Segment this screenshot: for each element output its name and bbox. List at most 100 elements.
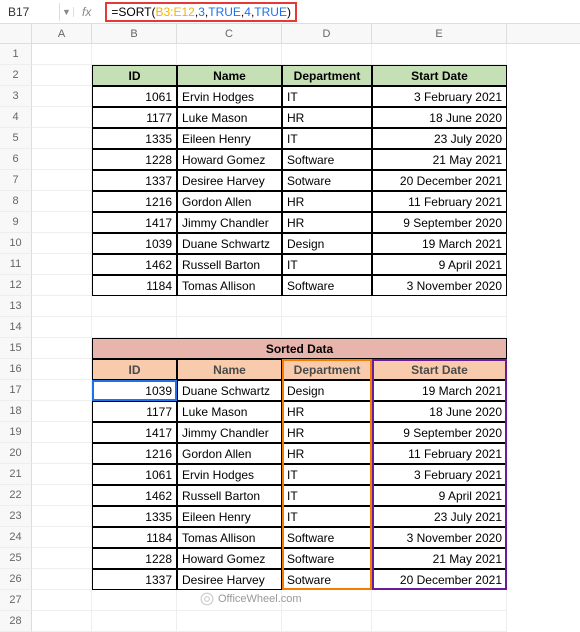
- cell[interactable]: [32, 86, 92, 107]
- row-header[interactable]: 9: [0, 212, 32, 233]
- t2-date[interactable]: 11 February 2021: [372, 443, 507, 464]
- t1-date[interactable]: 18 June 2020: [372, 107, 507, 128]
- t2-name[interactable]: Eileen Henry: [177, 506, 282, 527]
- t1-header-id[interactable]: ID: [92, 65, 177, 86]
- cell[interactable]: [372, 590, 507, 611]
- row-header[interactable]: 28: [0, 611, 32, 632]
- cell[interactable]: [32, 149, 92, 170]
- row-header[interactable]: 11: [0, 254, 32, 275]
- cell[interactable]: [92, 611, 177, 632]
- cell[interactable]: [92, 296, 177, 317]
- t1-name[interactable]: Eileen Henry: [177, 128, 282, 149]
- row-header[interactable]: 10: [0, 233, 32, 254]
- row-header[interactable]: 3: [0, 86, 32, 107]
- t1-dept[interactable]: HR: [282, 107, 372, 128]
- t2-header-id[interactable]: ID: [92, 359, 177, 380]
- t1-dept[interactable]: Software: [282, 275, 372, 296]
- t2-id[interactable]: 1216: [92, 443, 177, 464]
- cell[interactable]: [282, 44, 372, 65]
- cell[interactable]: [282, 317, 372, 338]
- t1-dept[interactable]: Sotware: [282, 170, 372, 191]
- cell[interactable]: [32, 170, 92, 191]
- cell[interactable]: [32, 443, 92, 464]
- cell[interactable]: [32, 338, 92, 359]
- t2-header-date[interactable]: Start Date: [372, 359, 507, 380]
- cell[interactable]: [32, 401, 92, 422]
- cell[interactable]: [177, 296, 282, 317]
- t1-name[interactable]: Ervin Hodges: [177, 86, 282, 107]
- cell[interactable]: [282, 296, 372, 317]
- row-header[interactable]: 7: [0, 170, 32, 191]
- t2-date[interactable]: 23 July 2021: [372, 506, 507, 527]
- row-header[interactable]: 8: [0, 191, 32, 212]
- row-header[interactable]: 27: [0, 590, 32, 611]
- cell[interactable]: [177, 317, 282, 338]
- t1-date[interactable]: 20 December 2021: [372, 170, 507, 191]
- cell[interactable]: [32, 107, 92, 128]
- col-header-b[interactable]: B: [92, 24, 177, 43]
- cell[interactable]: [32, 233, 92, 254]
- t1-header-dept[interactable]: Department: [282, 65, 372, 86]
- t1-date[interactable]: 21 May 2021: [372, 149, 507, 170]
- cell[interactable]: [32, 527, 92, 548]
- row-header[interactable]: 1: [0, 44, 32, 65]
- row-header[interactable]: 23: [0, 506, 32, 527]
- cell[interactable]: [372, 44, 507, 65]
- t2-id[interactable]: 1061: [92, 464, 177, 485]
- t1-header-date[interactable]: Start Date: [372, 65, 507, 86]
- select-all[interactable]: [0, 24, 32, 43]
- t1-dept[interactable]: IT: [282, 128, 372, 149]
- cell[interactable]: [282, 590, 372, 611]
- t2-id[interactable]: 1184: [92, 527, 177, 548]
- cell[interactable]: [372, 317, 507, 338]
- t1-id[interactable]: 1337: [92, 170, 177, 191]
- t1-date[interactable]: 11 February 2021: [372, 191, 507, 212]
- row-header[interactable]: 6: [0, 149, 32, 170]
- t2-dept[interactable]: Sotware: [282, 569, 372, 590]
- row-header[interactable]: 16: [0, 359, 32, 380]
- t1-dept[interactable]: Design: [282, 233, 372, 254]
- t1-id[interactable]: 1216: [92, 191, 177, 212]
- t1-dept[interactable]: IT: [282, 254, 372, 275]
- t2-name[interactable]: Russell Barton: [177, 485, 282, 506]
- row-header[interactable]: 18: [0, 401, 32, 422]
- sorted-title[interactable]: Sorted Data: [92, 338, 507, 359]
- spreadsheet-grid[interactable]: 12IDNameDepartmentStart Date31061Ervin H…: [0, 44, 580, 632]
- row-header[interactable]: 21: [0, 464, 32, 485]
- t2-id[interactable]: 1417: [92, 422, 177, 443]
- t2-date[interactable]: 3 February 2021: [372, 464, 507, 485]
- t1-dept[interactable]: IT: [282, 86, 372, 107]
- t1-date[interactable]: 23 July 2020: [372, 128, 507, 149]
- row-header[interactable]: 19: [0, 422, 32, 443]
- row-header[interactable]: 17: [0, 380, 32, 401]
- t1-id[interactable]: 1061: [92, 86, 177, 107]
- cell[interactable]: [32, 212, 92, 233]
- t1-name[interactable]: Luke Mason: [177, 107, 282, 128]
- col-header-d[interactable]: D: [282, 24, 372, 43]
- t2-name[interactable]: Gordon Allen: [177, 443, 282, 464]
- col-header-e[interactable]: E: [372, 24, 507, 43]
- cell[interactable]: [372, 296, 507, 317]
- t1-dept[interactable]: Software: [282, 149, 372, 170]
- t2-header-dept[interactable]: Department: [282, 359, 372, 380]
- t1-date[interactable]: 3 February 2021: [372, 86, 507, 107]
- cell[interactable]: [32, 548, 92, 569]
- cell[interactable]: [92, 590, 177, 611]
- t1-name[interactable]: Gordon Allen: [177, 191, 282, 212]
- t1-id[interactable]: 1228: [92, 149, 177, 170]
- t2-name[interactable]: Duane Schwartz: [177, 380, 282, 401]
- cell[interactable]: [32, 44, 92, 65]
- t1-header-name[interactable]: Name: [177, 65, 282, 86]
- cell[interactable]: [32, 611, 92, 632]
- t2-dept[interactable]: Software: [282, 548, 372, 569]
- t1-id[interactable]: 1184: [92, 275, 177, 296]
- cell[interactable]: [32, 464, 92, 485]
- t1-id[interactable]: 1417: [92, 212, 177, 233]
- t1-dept[interactable]: HR: [282, 191, 372, 212]
- cell[interactable]: [32, 590, 92, 611]
- t2-name[interactable]: Desiree Harvey: [177, 569, 282, 590]
- row-header[interactable]: 20: [0, 443, 32, 464]
- t2-date[interactable]: 19 March 2021: [372, 380, 507, 401]
- t1-name[interactable]: Desiree Harvey: [177, 170, 282, 191]
- t1-date[interactable]: 19 March 2021: [372, 233, 507, 254]
